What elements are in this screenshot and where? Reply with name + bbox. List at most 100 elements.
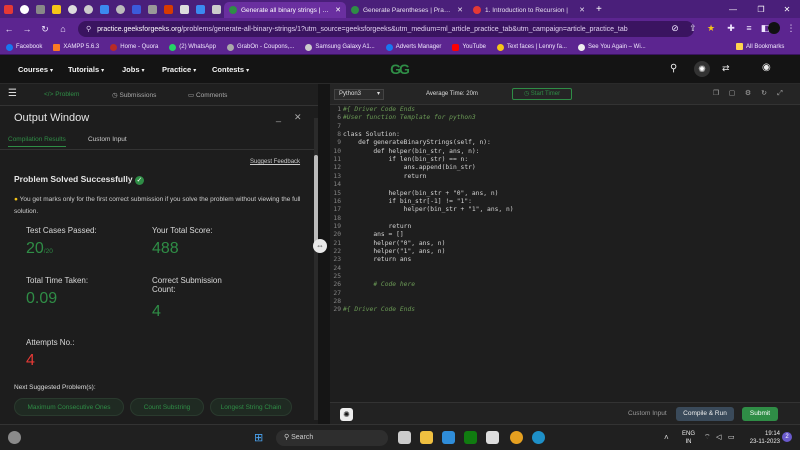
- close-panel-icon[interactable]: ✕: [294, 112, 302, 123]
- file-explorer-icon[interactable]: [420, 431, 433, 444]
- suggested-problem[interactable]: Maximum Consecutive Ones: [14, 398, 124, 416]
- code-line[interactable]: 1 #{ Driver Code Ends: [330, 106, 800, 114]
- pinned-tab[interactable]: [64, 0, 80, 18]
- bookmark-xampp[interactable]: XAMPP 5.6.3: [53, 43, 99, 51]
- code-line[interactable]: 17 helper(bin_str + "1", ans, n): [330, 206, 800, 214]
- close-icon[interactable]: ✕: [579, 6, 585, 14]
- bookmark-facebook[interactable]: Facebook: [6, 43, 42, 51]
- language-indicator[interactable]: ENG IN: [682, 430, 695, 446]
- language-select[interactable]: Python3 ▾: [334, 89, 384, 100]
- app-icon[interactable]: [486, 431, 499, 444]
- menu-icon[interactable]: ⋮: [782, 23, 800, 34]
- code-line[interactable]: 16 if bin_str[-1] != "1":: [330, 198, 800, 206]
- hamburger-icon[interactable]: ☰: [8, 88, 17, 99]
- bookmark-samsung[interactable]: Samsung Galaxy A1...: [305, 43, 375, 51]
- close-icon[interactable]: ✕: [457, 6, 463, 14]
- tab-comments[interactable]: ▭ Comments: [188, 91, 227, 99]
- expand-icon[interactable]: ▢: [728, 90, 736, 98]
- browser-tab[interactable]: 1. Introduction to Recursion | ✕: [468, 2, 590, 18]
- suggested-problem[interactable]: Count Substring: [130, 398, 204, 416]
- resize-handle-icon[interactable]: ⇔: [313, 239, 327, 253]
- battery-icon[interactable]: ▭: [728, 433, 735, 441]
- submit-button[interactable]: Submit: [742, 407, 778, 421]
- pinned-tab[interactable]: [208, 0, 224, 18]
- code-line[interactable]: 9 def generateBinaryStrings(self, n):: [330, 139, 800, 147]
- code-line[interactable]: 27: [330, 290, 800, 298]
- gfg-logo[interactable]: GG: [382, 61, 416, 78]
- code-line[interactable]: 28: [330, 298, 800, 306]
- suggested-problem[interactable]: Longest String Chain: [210, 398, 292, 416]
- extensions-icon[interactable]: ✚: [722, 23, 740, 34]
- fullscreen-icon[interactable]: ⤢: [776, 90, 784, 98]
- user-icon[interactable]: ◉: [762, 62, 771, 73]
- hide-icon[interactable]: ⊘: [666, 23, 684, 34]
- pinned-tab[interactable]: [192, 0, 208, 18]
- pinned-tab[interactable]: [160, 0, 176, 18]
- nav-practice[interactable]: Practice ▾: [162, 65, 196, 74]
- bookmark-adverts[interactable]: Adverts Manager: [385, 43, 441, 51]
- pinned-tab[interactable]: [32, 0, 48, 18]
- nav-tutorials[interactable]: Tutorials ▾: [68, 65, 104, 74]
- pinned-tab[interactable]: [96, 0, 112, 18]
- chrome-icon[interactable]: [510, 431, 523, 444]
- code-line[interactable]: 14: [330, 181, 800, 189]
- reload-icon[interactable]: ↻: [36, 24, 54, 35]
- app-icon[interactable]: [442, 431, 455, 444]
- url-field[interactable]: ⚲ practice.geeksforgeeks.org/problems/ge…: [78, 21, 694, 37]
- pinned-tab[interactable]: [144, 0, 160, 18]
- tab-custom-input[interactable]: Custom Input: [88, 136, 127, 143]
- pinned-tab[interactable]: [176, 0, 192, 18]
- maximize-icon[interactable]: ❐: [748, 0, 774, 18]
- chevron-up-icon[interactable]: ˄: [664, 433, 669, 442]
- minimize-icon[interactable]: —: [720, 0, 746, 18]
- close-icon[interactable]: ✕: [335, 6, 341, 14]
- bookmark-textfaces[interactable]: Text faces | Lenny fa...: [497, 43, 567, 51]
- pinned-tab[interactable]: [112, 0, 128, 18]
- forward-icon[interactable]: →: [18, 24, 36, 34]
- home-icon[interactable]: ⌂: [54, 24, 72, 34]
- star-icon[interactable]: ★: [702, 23, 720, 34]
- nav-contests[interactable]: Contests ▾: [212, 65, 249, 74]
- browser-tab[interactable]: Generate Parentheses | Practic ✕: [346, 2, 468, 18]
- pinned-tab[interactable]: [128, 0, 144, 18]
- code-line[interactable]: 15 helper(bin_str + "0", ans, n): [330, 190, 800, 198]
- profile-avatar[interactable]: [768, 22, 780, 34]
- windows-start-icon[interactable]: ⊞: [254, 431, 263, 444]
- code-line[interactable]: 18: [330, 215, 800, 223]
- weather-icon[interactable]: [8, 431, 21, 444]
- back-icon[interactable]: ←: [0, 24, 18, 34]
- bookmark-youtube[interactable]: YouTube: [452, 43, 486, 51]
- minimize-panel-icon[interactable]: _: [276, 112, 281, 122]
- code-line[interactable]: 12 ans.append(bin_str): [330, 164, 800, 172]
- tab-compilation-results[interactable]: Compilation Results: [8, 136, 66, 147]
- edge-icon[interactable]: [532, 431, 545, 444]
- bookmark-quora[interactable]: Home - Quora: [110, 43, 158, 51]
- browser-tab[interactable]: Generate all binary strings | Prac ✕: [224, 2, 346, 18]
- code-line[interactable]: 29 #{ Driver Code Ends: [330, 306, 800, 314]
- task-view-icon[interactable]: [398, 431, 411, 444]
- xbox-icon[interactable]: [464, 431, 477, 444]
- code-line[interactable]: 25: [330, 273, 800, 281]
- code-line[interactable]: 22 helper("1", ans, n): [330, 248, 800, 256]
- custom-input-button[interactable]: Custom Input: [628, 410, 667, 417]
- copy-icon[interactable]: ❐: [712, 90, 720, 98]
- code-line[interactable]: 13 return: [330, 173, 800, 181]
- settings-icon[interactable]: ⚙: [744, 90, 752, 98]
- notification-badge[interactable]: 2: [782, 432, 792, 442]
- nav-jobs[interactable]: Jobs ▾: [122, 65, 145, 74]
- bookmark-whatsapp[interactable]: (2) WhatsApp: [169, 43, 216, 51]
- theme-toggle-icon[interactable]: ✺: [694, 61, 710, 77]
- theme-icon[interactable]: ✺: [340, 408, 353, 421]
- pinned-tab[interactable]: [16, 0, 32, 18]
- suggest-feedback-link[interactable]: Suggest Feedback: [250, 159, 300, 165]
- new-tab-button[interactable]: +: [596, 4, 602, 15]
- nav-courses[interactable]: Courses ▾: [18, 65, 53, 74]
- pinned-tab[interactable]: [80, 0, 96, 18]
- taskbar-search[interactable]: ⚲ Search: [276, 430, 388, 446]
- code-line[interactable]: 8 class Solution:: [330, 131, 800, 139]
- panel-divider[interactable]: [318, 84, 330, 424]
- reset-icon[interactable]: ↻: [760, 90, 768, 98]
- translate-icon[interactable]: ⇄: [722, 63, 730, 74]
- code-line[interactable]: 11 if len(bin_str) == n:: [330, 156, 800, 164]
- tab-submissions[interactable]: ◷ Submissions: [112, 91, 156, 99]
